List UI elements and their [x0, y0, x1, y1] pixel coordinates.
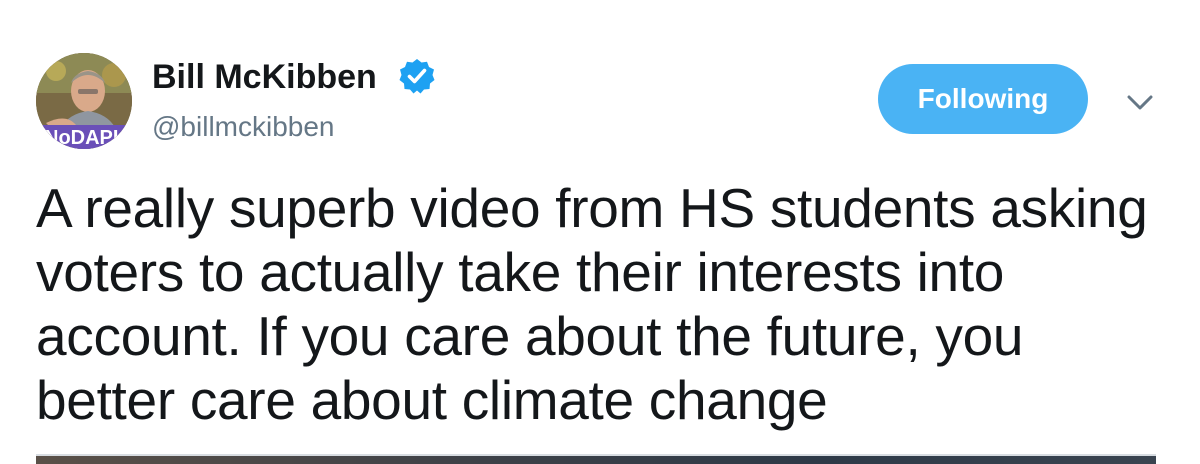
verified-badge-icon	[399, 59, 435, 94]
tweet-card: NoDAPL Bill McKibben @billmckibben Follo…	[0, 0, 1200, 464]
avatar[interactable]: NoDAPL	[36, 53, 132, 149]
author-display-name[interactable]: Bill McKibben	[152, 55, 377, 99]
author-username[interactable]: @billmckibben	[152, 109, 335, 145]
following-button[interactable]: Following	[878, 64, 1088, 134]
tweet-text: A really superb video from HS students a…	[36, 177, 1148, 431]
media-preview[interactable]	[36, 454, 1156, 464]
avatar-caption: NoDAPL	[44, 127, 125, 149]
avatar-image: NoDAPL	[36, 53, 132, 149]
chevron-down-icon[interactable]	[1124, 86, 1156, 118]
